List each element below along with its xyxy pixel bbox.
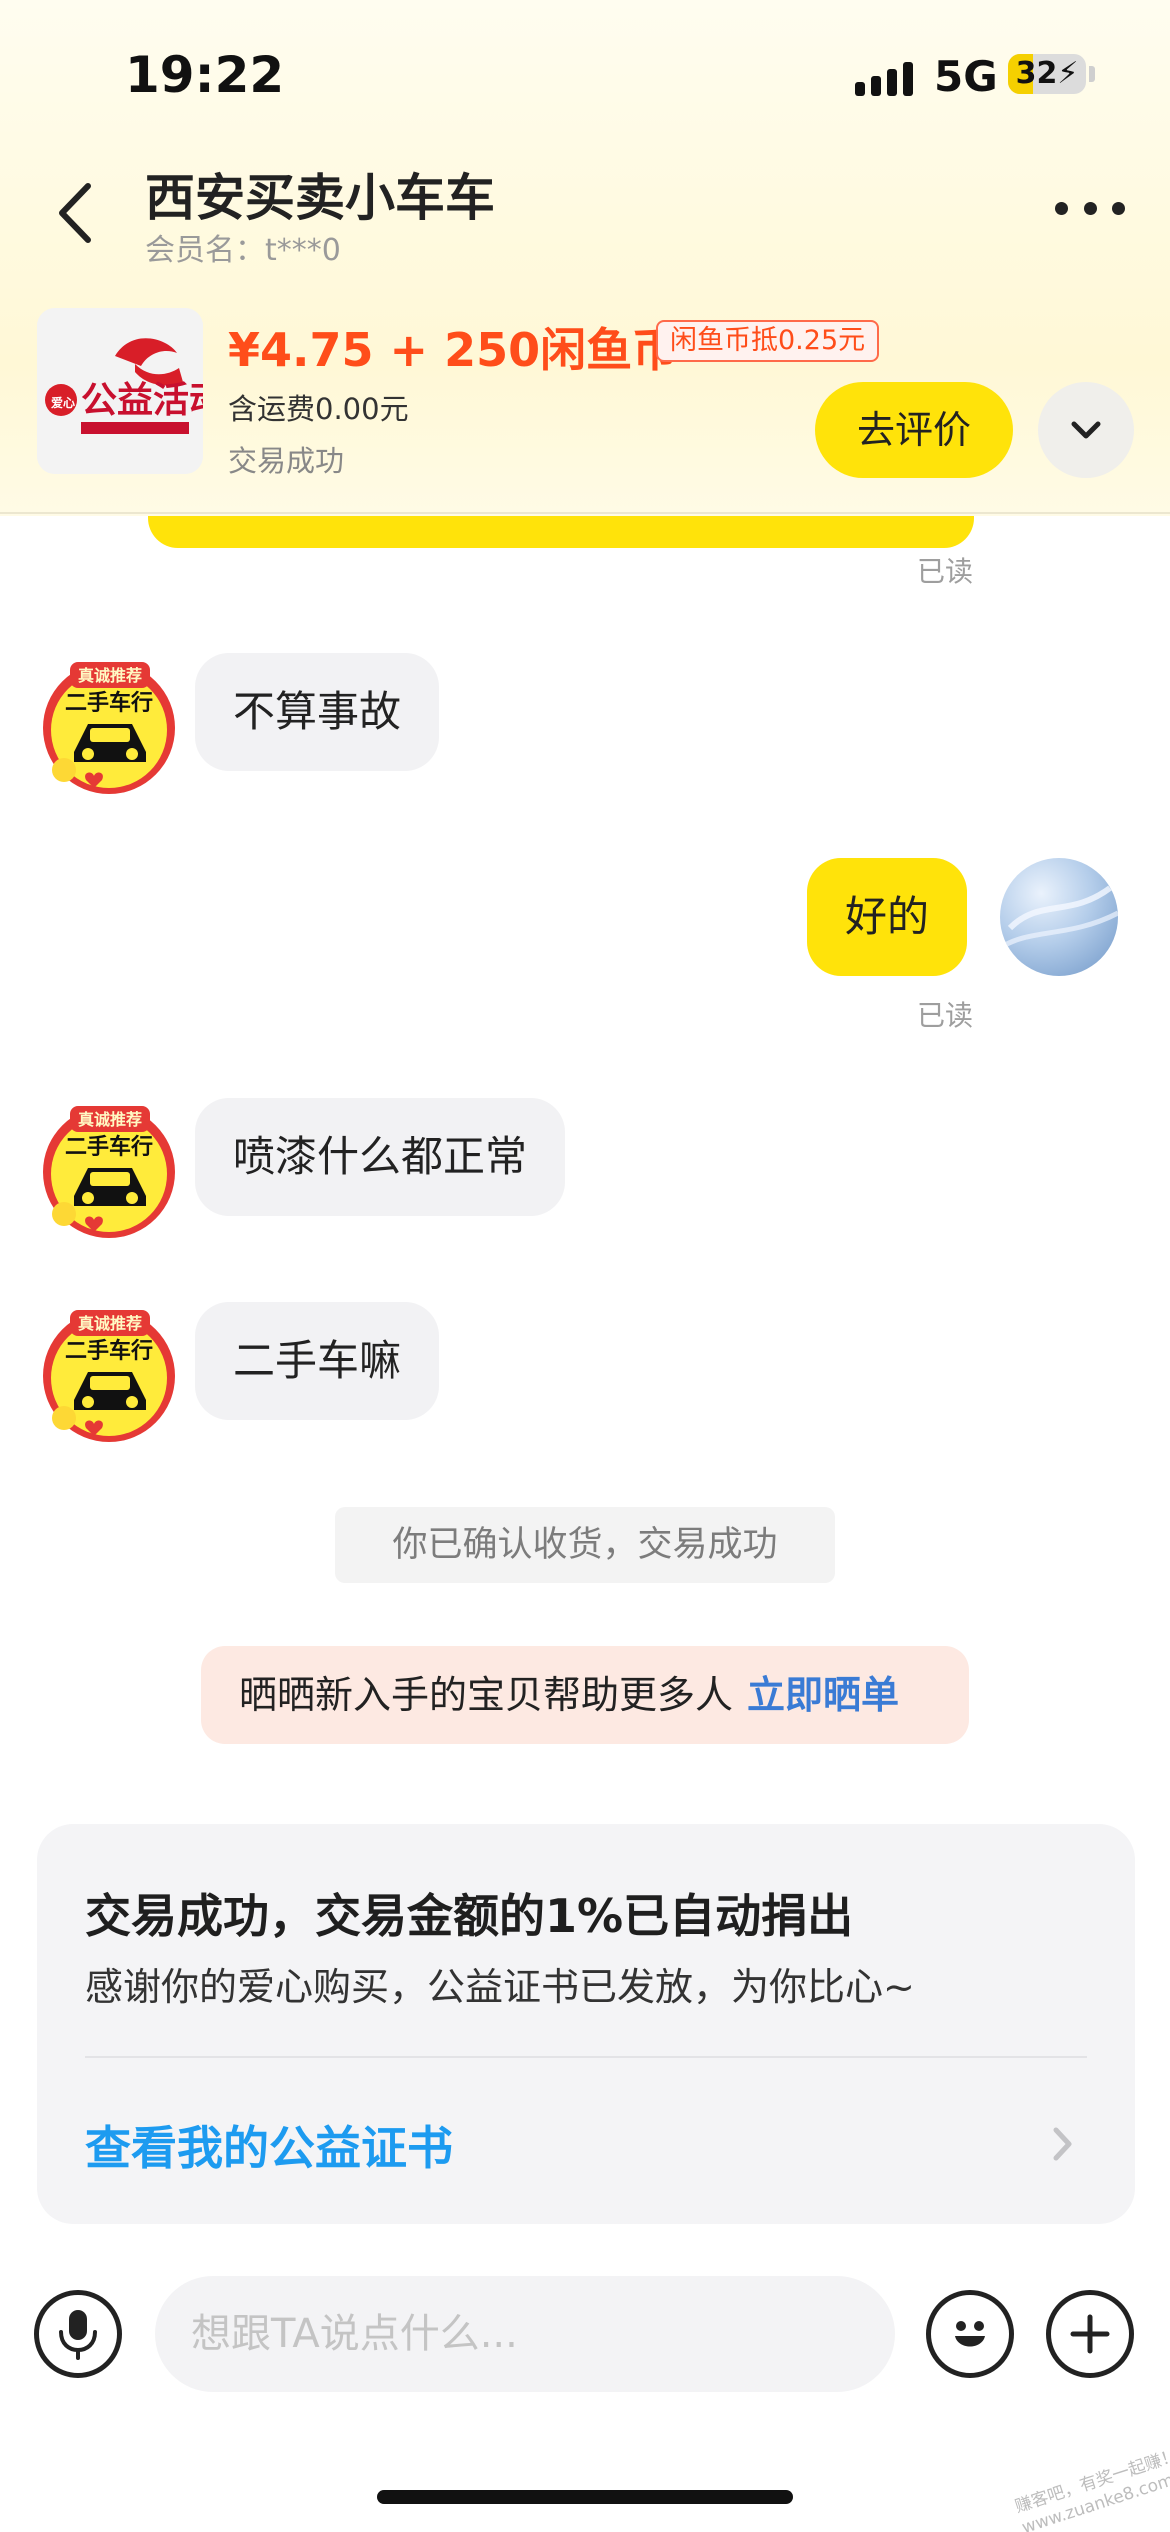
add-button[interactable] [1046, 2290, 1134, 2378]
message-bubble[interactable]: 二手车嘛 [195, 1302, 440, 1420]
product-price: ¥4.75 + 250闲鱼币 [228, 323, 679, 377]
expand-button[interactable] [1038, 382, 1134, 478]
seller-avatar[interactable]: 真诚推荐 二手车行 [36, 652, 182, 798]
plus-icon [1070, 2314, 1110, 2354]
chevron-left-icon [59, 183, 91, 243]
charity-title: 交易成功，交易金额的1%已自动捐出 [85, 1889, 854, 1943]
coin-discount-tag: 闲鱼币抵0.25元 [656, 320, 880, 362]
read-receipt: 已读 [917, 999, 974, 1032]
product-thumbnail[interactable]: 公益活动 爱心 [37, 308, 203, 474]
message-bubble-partial [148, 516, 974, 548]
home-indicator [377, 2490, 793, 2504]
car-shop-avatar-icon: 真诚推荐 二手车行 [43, 1106, 175, 1238]
message-bubble[interactable]: 喷漆什么都正常 [195, 1098, 566, 1216]
battery-icon: 32⚡ [1008, 54, 1086, 94]
more-dot-icon [1112, 201, 1125, 215]
share-prompt: 晒晒新入手的宝贝帮助更多人 立即晒单 [201, 1646, 969, 1744]
avatar-badge-text: 二手车行 [65, 1338, 153, 1364]
back-button[interactable] [48, 178, 108, 248]
microphone-icon [59, 2310, 97, 2360]
car-shop-avatar-icon: 真诚推荐 二手车行 [43, 662, 175, 794]
member-name: 会员名：t***0 [145, 233, 341, 268]
chevron-right-icon[interactable] [1047, 2124, 1077, 2164]
system-notice: 你已确认收货，交易成功 [335, 1507, 835, 1583]
network-type: 5G [934, 52, 998, 101]
view-certificate-link[interactable]: 查看我的公益证书 [85, 2112, 453, 2178]
product-card[interactable]: 公益活动 爱心 ¥4.75 + 250闲鱼币 闲鱼币抵0.25元 含运费0.00… [0, 296, 1170, 514]
charity-description: 感谢你的爱心购买，公益证书已发放，为你比心~ [85, 1965, 915, 2009]
avatar-ribbon-text: 真诚推荐 [78, 1110, 142, 1129]
divider [85, 2056, 1087, 2058]
battery-tip [1089, 66, 1095, 82]
battery-level: 32⚡ [1015, 56, 1079, 91]
charity-logo-icon: 公益活动 爱心 [37, 308, 203, 474]
more-options-button[interactable] [1055, 195, 1125, 221]
voice-button[interactable] [34, 2290, 122, 2378]
shipping-fee: 含运费0.00元 [228, 392, 409, 426]
thumb-side-text: 爱心 [51, 395, 75, 410]
thumb-title: 公益活动 [81, 380, 203, 421]
avatar-badge-text: 二手车行 [65, 690, 153, 716]
seller-avatar[interactable]: 真诚推荐 二手车行 [36, 1096, 182, 1242]
message-bubble[interactable]: 不算事故 [195, 653, 440, 771]
share-now-link[interactable]: 立即晒单 [747, 1673, 899, 1717]
signal-icon [855, 58, 913, 96]
more-dot-icon [1055, 201, 1068, 215]
status-bar: 19:22 5G 32⚡ [0, 0, 1170, 150]
avatar-badge-text: 二手车行 [65, 1134, 153, 1160]
charity-card: 交易成功，交易金额的1%已自动捐出 感谢你的爱心购买，公益证书已发放，为你比心~… [37, 1824, 1135, 2224]
chevron-down-icon [1071, 421, 1101, 439]
share-prompt-text: 晒晒新入手的宝贝帮助更多人 [239, 1673, 734, 1717]
avatar-ribbon-text: 真诚推荐 [78, 1314, 142, 1333]
chat-header: 西安买卖小车车 会员名：t***0 [0, 150, 1170, 280]
watermark: 赚客吧，有奖一起赚！ www.zuanke8.com [1012, 2445, 1170, 2532]
read-receipt: 已读 [917, 555, 974, 588]
chat-area[interactable]: 已读 真诚推荐 二手车行 不算事故 好的 已读 真诚推荐 二手车行 喷漆什么都正… [0, 516, 1170, 2276]
status-time: 19:22 [125, 46, 285, 104]
message-input[interactable] [155, 2276, 895, 2392]
more-dot-icon [1083, 201, 1097, 215]
sky-photo-icon [1000, 885, 1118, 951]
smiley-icon [955, 2321, 985, 2347]
car-shop-avatar-icon: 真诚推荐 二手车行 [43, 1310, 175, 1442]
trade-status: 交易成功 [228, 444, 345, 478]
chat-title[interactable]: 西安买卖小车车 [145, 158, 495, 230]
my-avatar[interactable] [1000, 858, 1118, 976]
my-message-bubble[interactable]: 好的 [807, 858, 968, 976]
avatar-ribbon-text: 真诚推荐 [78, 666, 142, 685]
seller-avatar[interactable]: 真诚推荐 二手车行 [36, 1300, 182, 1446]
emoji-button[interactable] [926, 2290, 1014, 2378]
review-button[interactable]: 去评价 [815, 382, 1013, 478]
